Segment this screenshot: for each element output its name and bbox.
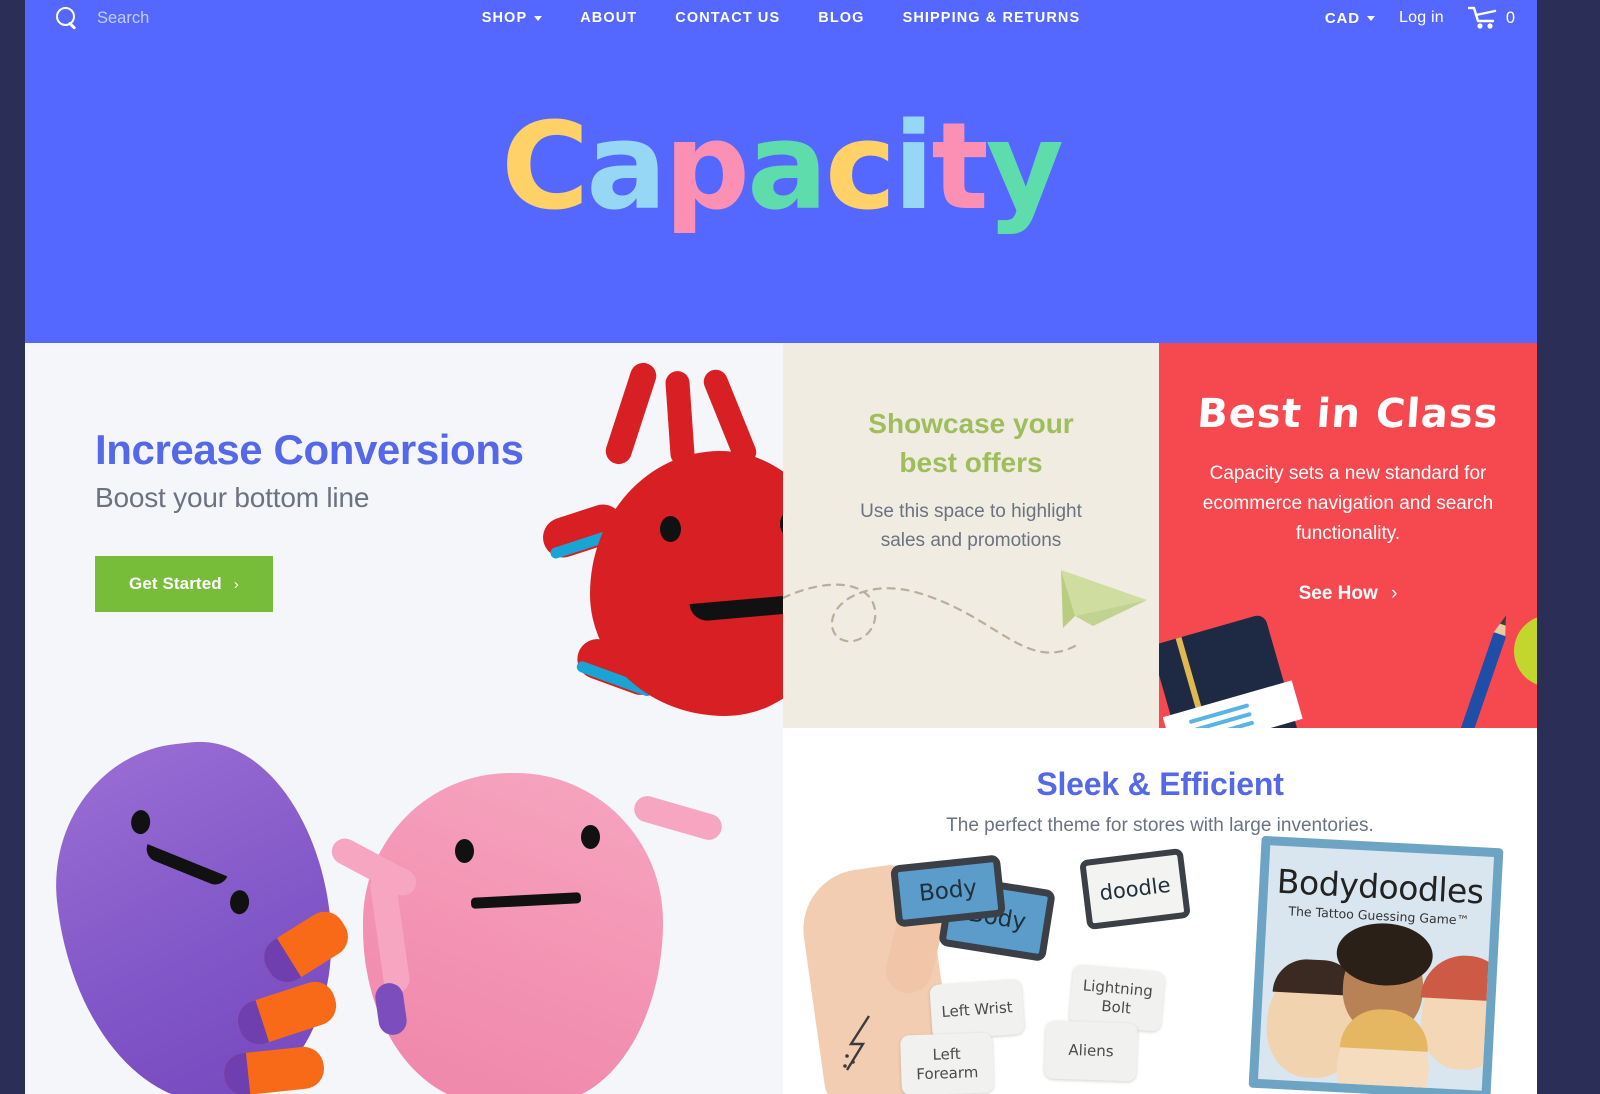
nav-item-shipping-returns[interactable]: SHIPPING & RETURNS [903,10,1081,26]
top-navbar: SHOP ABOUT CONTACT US BLOG SHIPPING & RE… [25,0,1537,36]
sleek-efficient-panel: Sleek & Efficient The perfect theme for … [783,728,1537,1094]
nav-item-shop[interactable]: SHOP [482,10,543,26]
bodydoodles-box-cover: Bodydoodles The Tattoo Guessing Game™ [1248,835,1504,1094]
chevron-right-icon: › [1391,583,1398,605]
site-logo[interactable]: Capacity [25,108,1537,228]
logo-letter-0: C [501,98,589,237]
purple-organ-plush-image [41,729,349,1094]
logo-letter-4: c [825,98,896,237]
main-navigation: SHOP ABOUT CONTACT US BLOG SHIPPING & RE… [25,0,1537,36]
cart-count: 0 [1505,8,1515,27]
site-header: SHOP ABOUT CONTACT US BLOG SHIPPING & RE… [25,0,1537,343]
card-deck-front-label: Body [917,875,979,907]
showcase-offers-panel[interactable]: Showcase your best offers Use this space… [783,343,1159,728]
shopping-cart-icon [1467,6,1498,30]
sleek-title: Sleek & Efficient [1036,766,1284,802]
nav-item-about[interactable]: ABOUT [580,10,637,26]
tattoo-lightning-icon [843,1015,871,1071]
pencil-icon [1454,632,1507,728]
game-card-left-forearm-label: Left Forearm [915,1044,979,1084]
offers-title-line1: Showcase your [868,408,1074,439]
cart-button[interactable]: 0 [1467,6,1515,30]
content-panels: Increase Conversions Boost your bottom l… [25,343,1537,1094]
game-card-lightning-bolt-label: Lightning Bolt [1082,976,1154,1018]
nav-label-shop: SHOP [481,10,528,26]
pink-organ-plush-image [363,773,663,1094]
green-circle-decoration [1514,615,1537,687]
best-in-class-panel[interactable]: Best in Class Capacity sets a new standa… [1159,343,1537,728]
paper-plane-icon [783,570,1147,654]
login-link[interactable]: Log in [1399,9,1444,27]
offers-title: Showcase your best offers [783,405,1159,482]
notebook-icon [1159,613,1303,728]
best-in-class-body: Capacity sets a new standard for ecommer… [1202,463,1494,545]
nav-label-shipping-returns: SHIPPING & RETURNS [902,10,1081,26]
logo-letter-1: a [586,98,667,237]
get-started-label: Get Started [129,574,222,594]
chevron-down-icon [534,15,543,21]
game-card-left-wrist: Left Wrist [929,978,1025,1041]
hero-title: Increase Conversions [95,426,524,473]
nav-item-contact-us[interactable]: CONTACT US [675,10,780,26]
game-card-left-forearm: Left Forearm [899,1032,995,1094]
logo-letter-2: p [664,98,750,237]
hero-subtitle: Boost your bottom line [95,482,370,514]
pink-plush-tube-right [631,793,725,843]
sleek-subtitle: The perfect theme for stores with large … [946,815,1374,836]
offers-body: Use this space to highlight sales and pr… [783,498,1159,555]
currency-selector[interactable]: CAD [1324,9,1376,27]
hero-panel: Increase Conversions Boost your bottom l… [25,343,783,1094]
currency-label: CAD [1324,9,1361,27]
red-heart-plush-image [537,359,783,721]
offers-title-line2: best offers [899,446,1043,478]
logo-letter-7: y [985,98,1064,237]
logo-letter-5: i [893,98,934,237]
utility-navigation: CAD Log in 0 [1325,0,1515,36]
logo-letter-3: a [747,98,828,237]
best-in-class-title: Best in Class [1195,391,1501,437]
nav-label-blog: BLOG [818,10,865,26]
doodle-card-deck: doodle [1079,847,1191,931]
see-how-label: See How [1298,583,1378,605]
see-how-link[interactable]: See How › [1159,583,1537,605]
game-card-aliens-label: Aliens [1068,1040,1114,1061]
nav-label-about: ABOUT [580,10,638,26]
card-deck-front: Body [890,854,1006,928]
hero-copy: Increase Conversions Boost your bottom l… [95,426,565,613]
get-started-button[interactable]: Get Started › [95,556,273,613]
nav-label-contact-us: CONTACT US [675,10,781,26]
offers-body-line1: Use this space to highlight [860,501,1082,523]
logo-letter-6: t [931,98,988,237]
page-frame: SHOP ABOUT CONTACT US BLOG SHIPPING & RE… [25,0,1537,1094]
game-card-aliens: Aliens [1044,1020,1138,1082]
nav-item-blog[interactable]: BLOG [818,10,864,26]
game-card-left-wrist-label: Left Wrist [940,997,1014,1021]
doodle-card-deck-label: doodle [1098,872,1172,906]
chevron-down-icon [1367,15,1376,21]
chevron-right-icon: › [233,575,239,593]
bodydoodles-product-photo: Body Body doodle Left Wrist Left Forearm… [783,835,1537,1094]
